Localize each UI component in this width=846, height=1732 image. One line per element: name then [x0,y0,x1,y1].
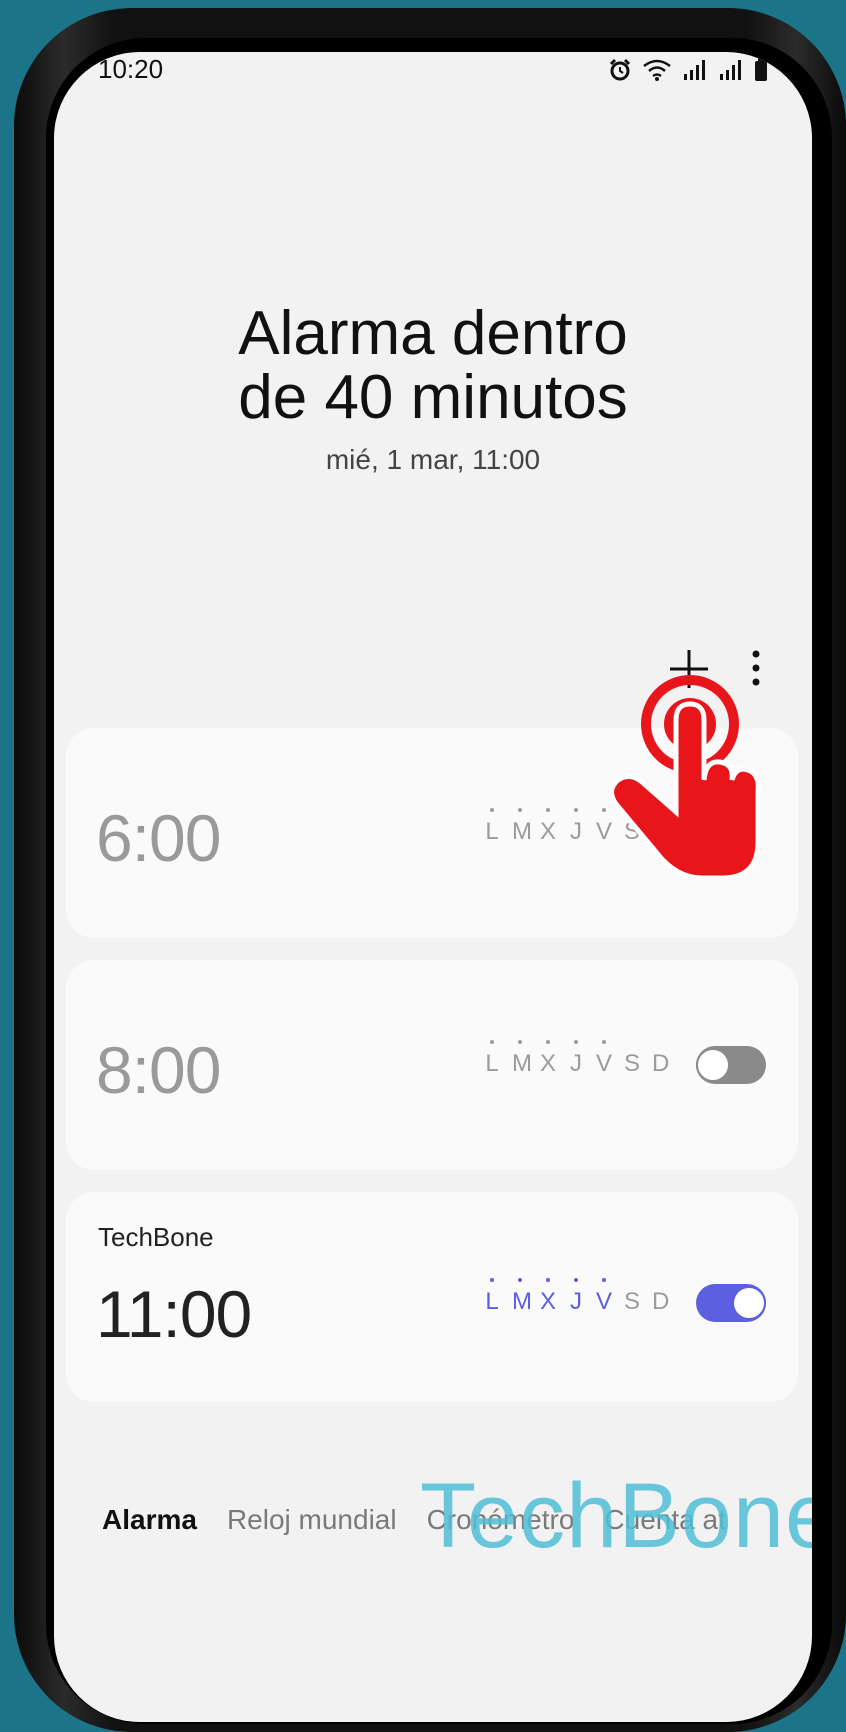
day-label: M [512,1278,532,1315]
alarm-time: 6:00 [96,801,221,875]
day-label: L [485,1040,499,1077]
day-label: D [652,1288,670,1315]
signal-icon [684,60,705,80]
alarm-toggle[interactable] [696,1284,766,1322]
alarm-label: TechBone [98,1222,214,1252]
day-label: L [485,808,499,845]
signal-icon-2 [720,60,741,80]
alarm-icon [609,58,631,81]
day-label: S [624,1050,641,1077]
day-label: X [540,1040,557,1077]
tab-world-clock[interactable]: Reloj mundial [227,1504,397,1536]
alarm-days: L M X J V S D [484,1278,670,1316]
watermark: TechBone [420,1465,812,1567]
day-label: L [485,1278,499,1315]
day-label: D [652,1050,670,1077]
alarm-time: 8:00 [96,1033,221,1107]
status-bar: 10:20 [54,52,812,92]
day-label: M [512,1040,532,1077]
day-label: J [570,1278,582,1315]
day-label: X [540,808,557,845]
header-line-1: Alarma dentro [238,299,628,368]
alarm-toggle[interactable] [696,1046,766,1084]
day-label: S [624,1288,641,1315]
wifi-icon [643,59,671,81]
alarm-days: L M X J V S D [484,1040,670,1078]
tap-hand-icon [609,675,761,880]
day-label: V [596,1278,613,1315]
tab-alarm[interactable]: Alarma [102,1504,197,1536]
toggle-knob [732,1286,766,1320]
next-alarm-header: Alarma dentro de 40 minutos mié, 1 mar, … [54,302,812,476]
toggle-knob [696,1048,730,1082]
alarm-time: 11:00 [96,1277,252,1351]
day-label: X [540,1278,557,1315]
header-subtitle: mié, 1 mar, 11:00 [325,444,541,475]
header-line-2: de 40 minutos [238,363,628,432]
alarm-card[interactable]: 8:00 L M X J V S D [66,960,798,1170]
battery-icon [755,58,767,81]
status-icons [608,58,768,82]
day-label: J [570,808,582,845]
screen: 10:20 Alarma dentro de 40 minutos mié, 1… [54,52,812,1722]
day-label: M [512,808,532,845]
day-label: V [596,1040,613,1077]
status-time: 10:20 [98,54,164,84]
day-label: J [570,1040,582,1077]
alarm-card[interactable]: TechBone 11:00 L M X J V S D [66,1192,798,1402]
